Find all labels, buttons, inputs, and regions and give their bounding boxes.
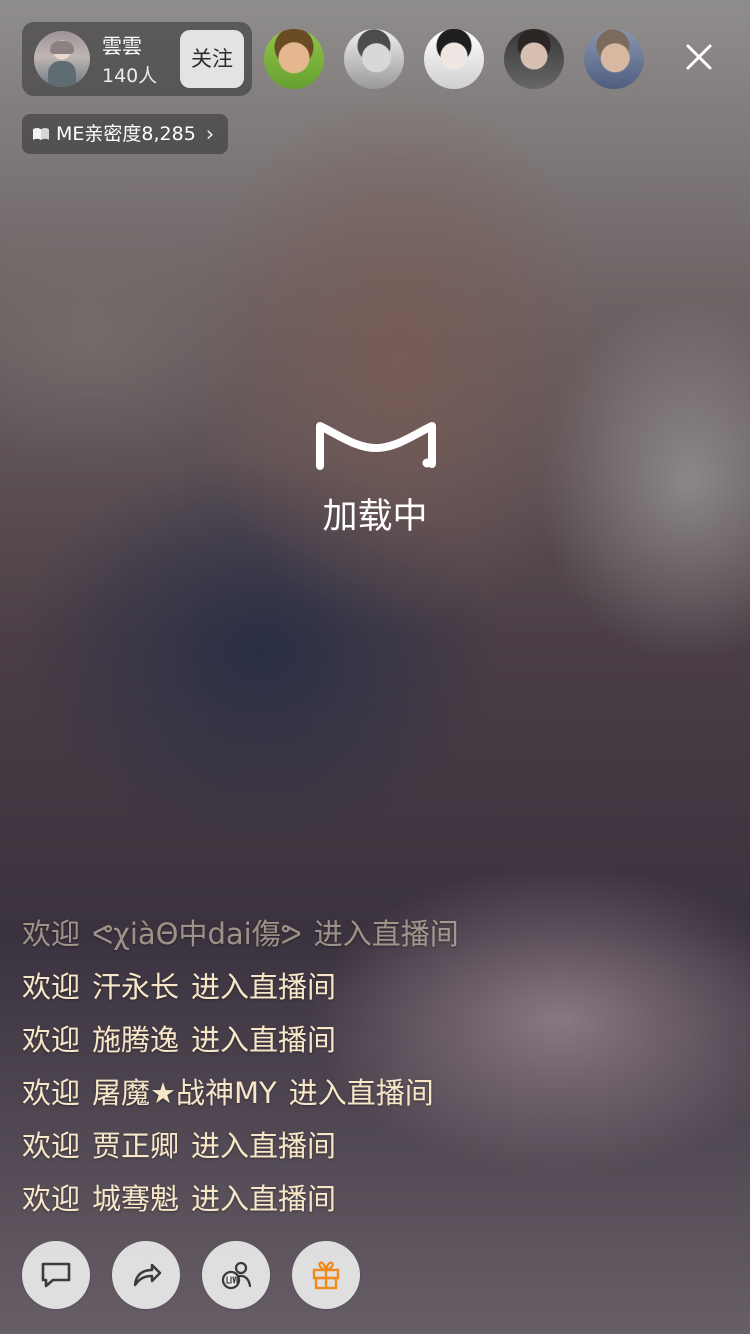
book-icon	[33, 128, 49, 140]
welcome-user: 贾正卿	[92, 1129, 180, 1163]
viewer-avatar-5[interactable]	[584, 29, 644, 89]
viewer-avatar-4[interactable]	[504, 29, 564, 89]
welcome-user: 城骞魁	[92, 1182, 180, 1216]
host-name: 雲雲	[102, 34, 142, 58]
welcome-message: 欢迎 施腾逸 进入直播间	[22, 1014, 582, 1067]
welcome-suffix: 进入直播间	[313, 917, 459, 951]
viewer-avatar-2[interactable]	[344, 29, 404, 89]
share-icon	[133, 1263, 162, 1287]
loading-text: 加载中	[322, 497, 428, 537]
chevron-right-icon: ›	[205, 122, 215, 146]
chat-icon	[41, 1262, 71, 1288]
gift-button[interactable]	[292, 1241, 360, 1309]
welcome-message: 欢迎 屠魔★战神MY 进入直播间	[22, 1067, 582, 1120]
chat-button[interactable]	[22, 1241, 90, 1309]
loading-logo-icon	[316, 422, 436, 470]
intimacy-text: ME亲密度8,285	[56, 123, 196, 145]
welcome-suffix: 进入直播间	[191, 1023, 337, 1057]
welcome-message: 欢迎 城骞魁 进入直播间	[22, 1173, 582, 1226]
welcome-message-list: 欢迎 ᕙχiàΘ中dai傷ᕗ 进入直播间 欢迎 汗永长 进入直播间 欢迎 施腾逸 进入直播间…	[22, 908, 582, 1226]
welcome-suffix: 进入直播间	[191, 1182, 337, 1216]
welcome-user: 施腾逸	[92, 1023, 180, 1057]
welcome-prefix: 欢迎	[22, 1023, 81, 1057]
live-people-icon	[221, 1261, 252, 1290]
gift-icon	[312, 1261, 340, 1290]
viewer-avatar-1[interactable]	[264, 29, 324, 89]
host-avatar[interactable]	[34, 31, 90, 87]
welcome-message: 欢迎 汗永长 进入直播间	[22, 961, 582, 1014]
welcome-suffix: 进入直播间	[288, 1076, 434, 1110]
follow-button[interactable]: 关注	[180, 30, 244, 88]
welcome-prefix: 欢迎	[22, 1129, 81, 1163]
close-icon[interactable]	[674, 37, 724, 81]
intimacy-badge[interactable]: ME亲密度8,285 ›	[22, 114, 229, 154]
welcome-prefix: 欢迎	[22, 970, 81, 1004]
viewer-avatar-3[interactable]	[424, 29, 484, 89]
welcome-prefix: 欢迎	[22, 1182, 81, 1216]
live-people-button[interactable]	[202, 1241, 270, 1309]
welcome-prefix: 欢迎	[22, 1076, 81, 1110]
welcome-prefix: 欢迎	[22, 917, 81, 951]
viewer-count: 140人	[102, 65, 158, 87]
share-button[interactable]	[112, 1241, 180, 1309]
welcome-suffix: 进入直播间	[191, 1129, 337, 1163]
welcome-user: ᕙχiàΘ中dai傷ᕗ	[92, 917, 302, 951]
welcome-message: 欢迎 贾正卿 进入直播间	[22, 1120, 582, 1173]
host-card[interactable]: 雲雲 140人 关注	[22, 22, 252, 96]
welcome-message: 欢迎 ᕙχiàΘ中dai傷ᕗ 进入直播间	[22, 908, 582, 961]
welcome-user: 汗永长	[92, 970, 180, 1004]
welcome-user: 屠魔★战神MY	[92, 1076, 277, 1110]
welcome-suffix: 进入直播间	[191, 970, 337, 1004]
